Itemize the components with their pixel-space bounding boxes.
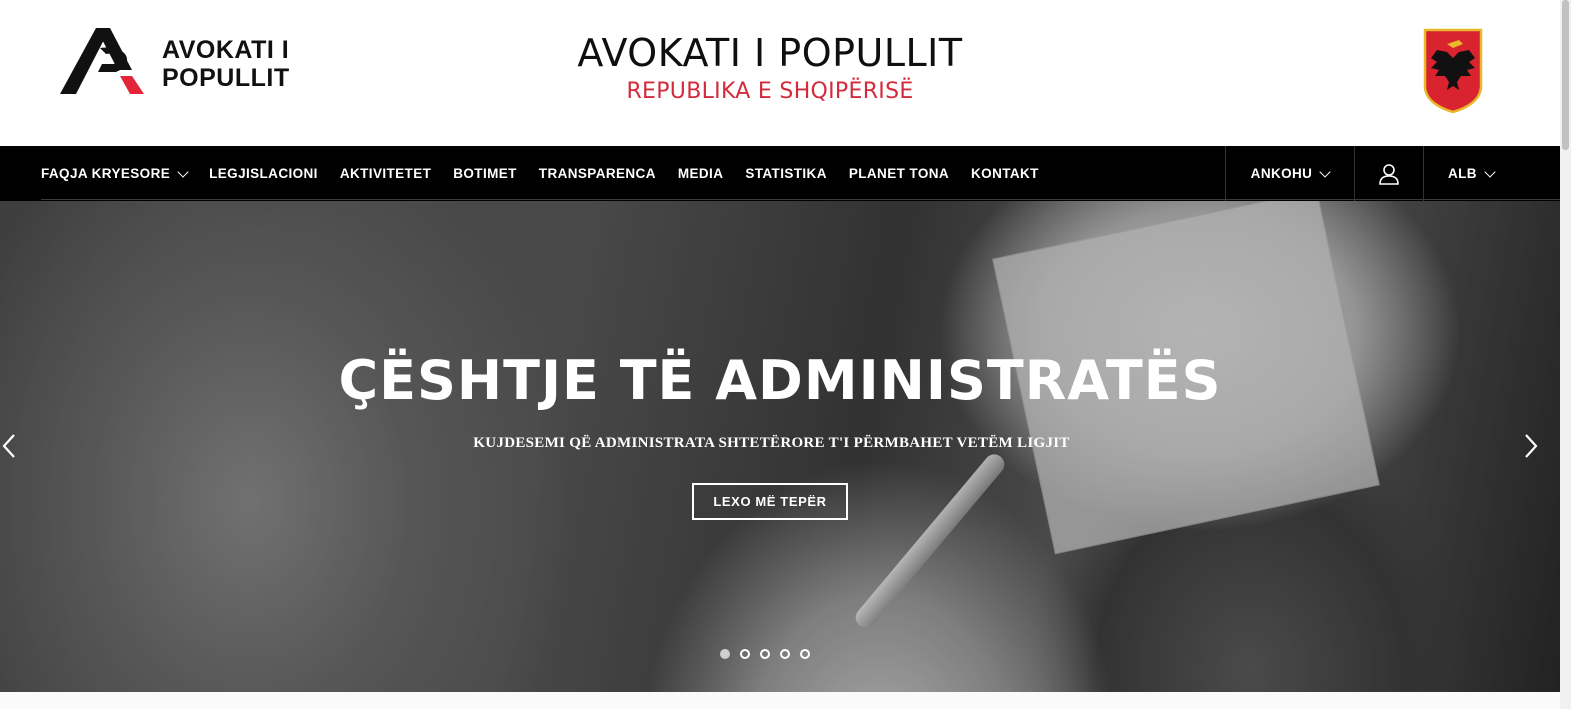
chevron-down-icon — [177, 165, 189, 178]
hero-subtitle: KUJDESEMI QË ADMINISTRATA SHTETËRORE T'I… — [473, 435, 1070, 451]
logo-line-2: POPULLIT — [162, 64, 290, 92]
site-title: AVOKATI I POPULLIT — [577, 31, 963, 75]
slider-dot[interactable] — [720, 649, 730, 659]
nav-item-aktivitetet[interactable]: AKTIVITETET — [329, 146, 442, 201]
complaint-menu-button[interactable]: ANKOHU — [1225, 146, 1354, 201]
nav-divider — [41, 199, 1561, 200]
slider-dot[interactable] — [780, 649, 790, 659]
complaint-label: ANKOHU — [1250, 166, 1313, 181]
hero-slider: ÇËSHTJE TË ADMINISTRATËS KUJDESEMI QË AD… — [0, 201, 1560, 692]
main-navigation: FAQJA KRYESORE LEGJISLACIONI AKTIVITETET… — [0, 146, 1560, 201]
nav-item-planet-tona[interactable]: PLANET TONA — [838, 146, 960, 201]
slider-dot[interactable] — [760, 649, 770, 659]
chevron-right-icon[interactable] — [1524, 433, 1540, 459]
nav-item-media[interactable]: MEDIA — [667, 146, 735, 201]
slider-dot[interactable] — [740, 649, 750, 659]
nav-item-faqja-kryesore[interactable]: FAQJA KRYESORE — [30, 146, 198, 201]
nav-item-kontakt[interactable]: KONTAKT — [960, 146, 1050, 201]
slider-pagination — [720, 649, 810, 659]
nav-list: FAQJA KRYESORE LEGJISLACIONI AKTIVITETET… — [30, 146, 1050, 201]
site-header: AVOKATI I POPULLIT AVOKATI I POPULLIT RE… — [0, 0, 1560, 146]
chevron-down-icon — [1319, 165, 1331, 178]
user-icon — [1379, 163, 1399, 185]
nav-item-botimet[interactable]: BOTIMET — [442, 146, 528, 201]
nav-right-group: ANKOHU ALB — [1225, 146, 1558, 201]
chevron-left-icon[interactable] — [0, 433, 16, 459]
chevron-down-icon — [1484, 165, 1496, 178]
nav-item-label: FAQJA KRYESORE — [41, 166, 171, 181]
site-logo[interactable]: AVOKATI I POPULLIT — [58, 26, 328, 98]
scrollbar-thumb[interactable] — [1562, 0, 1569, 150]
page-scrollbar[interactable] — [1560, 0, 1571, 709]
nav-item-legjislacioni[interactable]: LEGJISLACIONI — [198, 146, 329, 201]
logo-text: AVOKATI I POPULLIT — [162, 36, 290, 92]
coat-of-arms-icon — [1423, 28, 1483, 114]
read-more-button[interactable]: LEXO MË TEPËR — [692, 483, 848, 520]
page-content-start — [0, 692, 1560, 709]
hero-title: ÇËSHTJE TË ADMINISTRATËS — [338, 349, 1222, 412]
slider-dot[interactable] — [800, 649, 810, 659]
nav-item-transparenca[interactable]: TRANSPARENCA — [528, 146, 667, 201]
language-selector[interactable]: ALB — [1423, 146, 1558, 201]
logo-line-1: AVOKATI I — [162, 36, 290, 64]
language-label: ALB — [1448, 166, 1477, 181]
site-subtitle: REPUBLIKA E SHQIPËRISË — [626, 79, 914, 104]
user-account-button[interactable] — [1354, 146, 1423, 201]
nav-item-statistika[interactable]: STATISTIKA — [734, 146, 838, 201]
logo-mark-icon — [60, 28, 144, 94]
